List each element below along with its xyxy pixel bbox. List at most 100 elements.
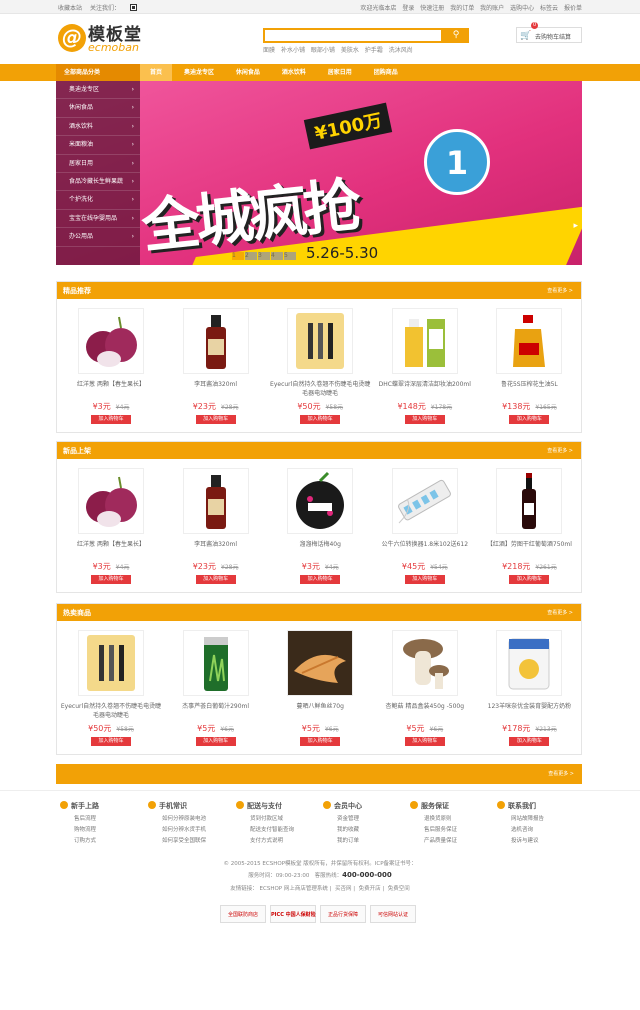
footer-link[interactable]: 支付方式说明 xyxy=(250,836,316,844)
product-name[interactable]: Eyecurl自然持久卷翘不伤睫毛电烫睫毛器电动睫毛 xyxy=(59,702,163,720)
nav-item[interactable]: 休闲食品 xyxy=(226,64,270,81)
add-to-cart-button[interactable]: 加入购物车 xyxy=(91,575,131,584)
product-name[interactable]: 红洋葱 两颗【春生果长】 xyxy=(59,380,163,398)
top-link[interactable]: 我的账户 xyxy=(480,5,504,12)
category-item[interactable]: 奥迪龙专区 › xyxy=(56,81,140,100)
slide-dot[interactable]: 1 xyxy=(232,252,244,260)
footer-link[interactable]: 网站故障报告 xyxy=(511,814,577,822)
nav-item-home[interactable]: 首页 xyxy=(140,64,173,81)
login-link[interactable]: 登录 xyxy=(402,5,414,12)
add-to-cart-button[interactable]: 加入购物车 xyxy=(91,415,131,424)
add-to-cart-button[interactable]: 加入购物车 xyxy=(300,575,341,584)
hotword-link[interactable]: 美肤水 xyxy=(341,47,359,54)
product-image[interactable] xyxy=(182,468,249,534)
add-to-cart-button[interactable]: 加入购物车 xyxy=(404,415,445,424)
product-image[interactable] xyxy=(287,630,354,696)
product-name[interactable]: 公牛六位转换器1.8米102送612 xyxy=(373,540,477,558)
product-name[interactable]: 蔓晒八鲜鱼丝70g xyxy=(268,702,372,720)
nav-item[interactable]: 居家日用 xyxy=(318,64,362,81)
slide-dot[interactable]: 5 xyxy=(284,252,296,260)
product-image[interactable] xyxy=(496,630,563,696)
category-item[interactable]: 宝宝在线孕婴用品 › xyxy=(56,210,140,229)
banner-next-arrow-icon[interactable]: ▸ xyxy=(573,221,578,231)
footer-link[interactable]: 配送支付智能查询 xyxy=(250,825,316,833)
product-image[interactable] xyxy=(182,630,249,696)
product-name[interactable]: 鲁花5S压榨花生油5L xyxy=(477,380,581,398)
friendly-link[interactable]: 免费开店 xyxy=(359,886,381,892)
footer-link[interactable]: 退换货原则 xyxy=(424,814,490,822)
add-to-cart-button[interactable]: 加入购物车 xyxy=(300,737,341,746)
more-link[interactable]: 查看更多 > xyxy=(547,447,573,454)
product-name[interactable]: 【红酒】劳图干红葡萄酒750ml xyxy=(477,540,581,558)
footer-link[interactable]: 货到付款区域 xyxy=(250,814,316,822)
trust-badge[interactable]: PICC 中国人保财险 xyxy=(270,905,316,923)
hotword-link[interactable]: 面膜 xyxy=(263,47,275,54)
more-link[interactable]: 查看更多 > xyxy=(548,770,574,777)
favorite-link[interactable]: 收藏本站 xyxy=(58,5,82,12)
product-image[interactable] xyxy=(78,630,144,696)
hotword-link[interactable]: 洗沐风尚 xyxy=(389,47,413,54)
product-image[interactable] xyxy=(78,468,144,534)
top-link[interactable]: 选购中心 xyxy=(510,5,534,12)
top-link[interactable]: 报价单 xyxy=(564,5,582,12)
hotword-link[interactable]: 护手霜 xyxy=(365,47,383,54)
category-item[interactable]: 食品冷藏长生鲜果蔬 › xyxy=(56,173,140,192)
category-item[interactable]: 办公用品 › xyxy=(56,228,140,247)
add-to-cart-button[interactable]: 加入购物车 xyxy=(509,737,550,746)
footer-link[interactable]: 售后流程 xyxy=(74,814,140,822)
search-input[interactable] xyxy=(263,28,443,43)
footer-link[interactable]: 我的收藏 xyxy=(337,825,403,833)
footer-link[interactable]: 产品质量保证 xyxy=(424,836,490,844)
slide-dot[interactable]: 4 xyxy=(271,252,283,260)
footer-link[interactable]: 如何分辨水货手机 xyxy=(162,825,228,833)
friendly-link[interactable]: ECSHOP 网上商店管理系统 xyxy=(260,886,328,892)
footer-link[interactable]: 我的订单 xyxy=(337,836,403,844)
product-name[interactable]: 溜溜梅话梅40g xyxy=(268,540,372,558)
friendly-link[interactable]: 买否网 xyxy=(335,886,352,892)
add-to-cart-button[interactable]: 加入购物车 xyxy=(509,575,550,584)
trust-badge[interactable]: 可信网站认证 xyxy=(370,905,416,923)
footer-link[interactable]: 订购方式 xyxy=(74,836,140,844)
more-link[interactable]: 查看更多 > xyxy=(547,609,573,616)
top-link[interactable]: 标签云 xyxy=(540,5,558,12)
add-to-cart-button[interactable]: 加入购物车 xyxy=(509,415,550,424)
product-name[interactable]: DHC蝶翠诗深层清洁卸妆油200ml xyxy=(373,380,477,398)
more-link[interactable]: 查看更多 > xyxy=(547,287,573,294)
add-to-cart-button[interactable]: 加入购物车 xyxy=(195,415,236,424)
product-image[interactable] xyxy=(287,308,354,374)
category-item[interactable]: 米面粮油 › xyxy=(56,136,140,155)
product-image[interactable] xyxy=(496,308,563,374)
category-item[interactable]: 个护洗化 › xyxy=(56,191,140,210)
category-item[interactable]: 居家日用 › xyxy=(56,155,140,173)
add-to-cart-button[interactable]: 加入购物车 xyxy=(404,575,445,584)
product-name[interactable]: 123羊咪奈优金装育婴配方奶粉 xyxy=(477,702,581,720)
product-image[interactable] xyxy=(78,308,144,374)
friendly-link[interactable]: 免费空间 xyxy=(388,886,410,892)
footer-link[interactable]: 选机咨询 xyxy=(511,825,577,833)
product-name[interactable]: 李耳酱油320ml xyxy=(164,380,268,398)
slide-dot[interactable]: 2 xyxy=(245,252,257,260)
trust-badge[interactable]: 正品行货保障 xyxy=(320,905,366,923)
product-name[interactable]: 杰事芦荟白葡萄汁290ml xyxy=(164,702,268,720)
cart-button[interactable]: 🛒 0 去购物车结算 xyxy=(516,22,582,43)
footer-link[interactable]: 资金管理 xyxy=(337,814,403,822)
product-image[interactable] xyxy=(182,308,249,374)
nav-item[interactable]: 奥迪龙专区 xyxy=(174,64,224,81)
footer-link[interactable]: 如何分辨原装电池 xyxy=(162,814,228,822)
hotword-link[interactable]: 眼部小铺 xyxy=(311,47,335,54)
footer-link[interactable]: 投诉与建议 xyxy=(511,836,577,844)
add-to-cart-button[interactable]: 加入购物车 xyxy=(404,737,445,746)
category-item[interactable]: 休闲食品 › xyxy=(56,99,140,118)
add-to-cart-button[interactable]: 加入购物车 xyxy=(195,575,236,584)
product-image[interactable] xyxy=(391,630,458,696)
product-name[interactable]: 红洋葱 两颗【春生果长】 xyxy=(59,540,163,558)
top-link[interactable]: 我的订单 xyxy=(450,5,474,12)
product-image[interactable] xyxy=(287,468,354,534)
nav-item[interactable]: 酒水饮料 xyxy=(272,64,316,81)
hotword-link[interactable]: 补水小铺 xyxy=(281,47,305,54)
add-to-cart-button[interactable]: 加入购物车 xyxy=(300,415,341,424)
footer-link[interactable]: 如何享受全国联保 xyxy=(162,836,228,844)
qrcode-icon[interactable] xyxy=(129,4,137,11)
product-image[interactable] xyxy=(391,468,458,534)
category-item[interactable]: 酒水饮料 › xyxy=(56,118,140,137)
